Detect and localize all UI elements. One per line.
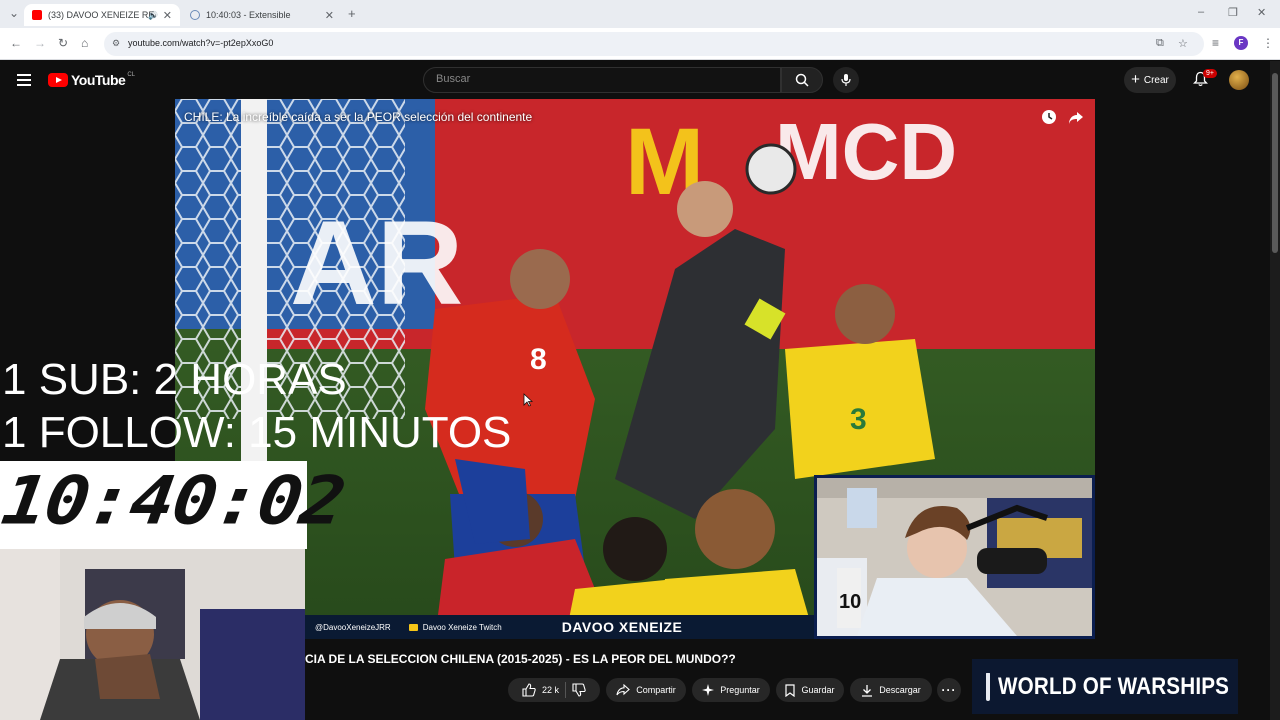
- share-icon[interactable]: [1068, 111, 1084, 125]
- logo-text: YouTube: [71, 72, 126, 88]
- stream-timer: 10:40:02: [0, 461, 349, 549]
- plus-icon: +: [1131, 71, 1140, 88]
- url-text: youtube.com/watch?v=-pt2epXxoG0: [128, 38, 274, 48]
- svg-text:10: 10: [839, 591, 861, 613]
- mouse-cursor-icon: [523, 393, 533, 407]
- voice-search-button[interactable]: [833, 67, 859, 93]
- like-button[interactable]: 22 k: [522, 683, 559, 697]
- svg-text:MCD: MCD: [775, 107, 957, 196]
- timer-value: 10:40:02: [0, 462, 349, 540]
- search-box[interactable]: [423, 67, 781, 93]
- close-tab-icon[interactable]: ✕: [325, 9, 334, 22]
- browser-tabbar: ⌄ (33) DAVOO XENEIZE REAC... 🔊 ✕ 10:40:0…: [0, 0, 1280, 28]
- ad-text: WORLD OF WARSHIPS: [998, 672, 1230, 700]
- streamer-webcam-image: 10: [817, 478, 1092, 636]
- browser-tab-active[interactable]: (33) DAVOO XENEIZE REAC... 🔊 ✕: [24, 4, 180, 26]
- follow-goal-text: 1 FOLLOW: 15 MINUTOS: [2, 408, 512, 457]
- media-control-icon[interactable]: ≡: [1212, 36, 1219, 50]
- twitch-icon: [408, 623, 418, 631]
- create-label: Crear: [1143, 74, 1169, 86]
- restore-icon[interactable]: ❐: [1228, 6, 1238, 19]
- share-label: Compartir: [636, 685, 676, 695]
- bookmark-star-icon[interactable]: ☆: [1178, 37, 1188, 50]
- like-dislike-group: 22 k: [508, 678, 600, 702]
- svg-text:3: 3: [850, 403, 867, 436]
- stream-info-bar: @DavooXeneizeJRR Davoo Xeneize Twitch DA…: [305, 615, 815, 639]
- hamburger-menu-icon[interactable]: [17, 74, 31, 86]
- account-avatar[interactable]: [1229, 70, 1249, 90]
- youtube-favicon-icon: [32, 10, 42, 20]
- download-label: Descargar: [879, 685, 921, 695]
- profile-avatar[interactable]: F: [1234, 36, 1248, 50]
- bookmark-icon: [785, 683, 796, 697]
- browser-menu-icon[interactable]: ⋮: [1262, 36, 1274, 50]
- warships-shield-icon: [986, 672, 990, 701]
- sparkle-icon: [702, 684, 715, 696]
- new-tab-icon[interactable]: +: [348, 6, 356, 21]
- back-icon[interactable]: ←: [10, 36, 22, 50]
- ask-button[interactable]: Preguntar: [692, 678, 770, 702]
- svg-text:8: 8: [530, 343, 547, 376]
- tab-title: (33) DAVOO XENEIZE REAC...: [48, 10, 156, 20]
- create-button[interactable]: + Crear: [1124, 67, 1176, 93]
- dislike-icon[interactable]: [572, 683, 586, 697]
- streamer-brand: DAVOO XENEIZE: [561, 619, 683, 635]
- region-code: CL: [127, 72, 135, 78]
- close-window-icon[interactable]: ✕: [1257, 6, 1266, 19]
- notification-count-badge: 9+: [1203, 69, 1217, 78]
- microphone-icon: [841, 74, 851, 86]
- save-button[interactable]: Guardar: [776, 678, 844, 702]
- player-video-title[interactable]: CHILE: La increíble caída a ser la PEOR …: [184, 110, 532, 124]
- address-bar[interactable]: ⚙ youtube.com/watch?v=-pt2epXxoG0 ⧉ ☆: [104, 32, 1204, 56]
- share-button[interactable]: Compartir: [606, 678, 686, 702]
- close-tab-icon[interactable]: ✕: [163, 9, 172, 22]
- reload-icon[interactable]: ↻: [58, 36, 68, 50]
- like-count: 22 k: [541, 685, 559, 695]
- audio-icon: 🔊: [148, 10, 158, 20]
- home-icon[interactable]: ⌂: [81, 36, 88, 50]
- channel-handle: @DavooXeneizeJRR: [315, 622, 391, 632]
- screen: ⌄ (33) DAVOO XENEIZE REAC... 🔊 ✕ 10:40:0…: [0, 0, 1280, 720]
- more-icon: ···: [941, 683, 957, 697]
- search-button[interactable]: [781, 67, 823, 93]
- install-app-icon[interactable]: ⧉: [1156, 37, 1164, 50]
- watch-later-icon[interactable]: [1041, 109, 1057, 125]
- youtube-header: YouTube CL + Crear 9+: [0, 61, 1270, 99]
- browser-toolbar: ← → ↻ ⌂ ⚙ youtube.com/watch?v=-pt2epXxoG…: [0, 28, 1280, 60]
- video-title: CIA DE LA SELECCION CHILENA (2015-2025) …: [305, 652, 736, 666]
- loading-favicon-icon: [190, 10, 200, 20]
- sub-goal-text: 1 SUB: 2 HORAS: [2, 355, 347, 404]
- scrollbar-thumb[interactable]: [1272, 73, 1278, 253]
- youtube-logo[interactable]: YouTube CL: [48, 72, 135, 88]
- page-scrollbar[interactable]: [1270, 61, 1280, 720]
- tab-list-icon[interactable]: ⌄: [9, 6, 19, 20]
- more-actions-button[interactable]: ···: [937, 678, 961, 702]
- divider: [565, 682, 566, 698]
- twitch-label: Davoo Xeneize Twitch: [408, 623, 502, 632]
- save-label: Guardar: [801, 685, 835, 695]
- search-icon: [795, 73, 809, 87]
- minimize-icon[interactable]: –: [1198, 6, 1204, 18]
- tab-title: 10:40:03 - Extensible: [206, 10, 291, 20]
- download-button[interactable]: Descargar: [850, 678, 932, 702]
- browser-tab[interactable]: 10:40:03 - Extensible ✕: [182, 4, 342, 26]
- reactor-webcam-image: [0, 549, 305, 720]
- streamer-webcam: 10: [814, 475, 1095, 639]
- search-input[interactable]: [436, 73, 766, 85]
- world-of-warships-ad[interactable]: WORLD OF WARSHIPS: [972, 659, 1238, 714]
- like-icon: [522, 683, 536, 697]
- forward-icon[interactable]: →: [34, 36, 46, 50]
- youtube-play-icon: [48, 73, 68, 87]
- reactor-webcam: [0, 549, 305, 720]
- ask-label: Preguntar: [720, 685, 760, 695]
- site-info-icon[interactable]: ⚙: [112, 38, 120, 49]
- share-arrow-icon: [616, 684, 631, 696]
- download-icon: [862, 684, 873, 697]
